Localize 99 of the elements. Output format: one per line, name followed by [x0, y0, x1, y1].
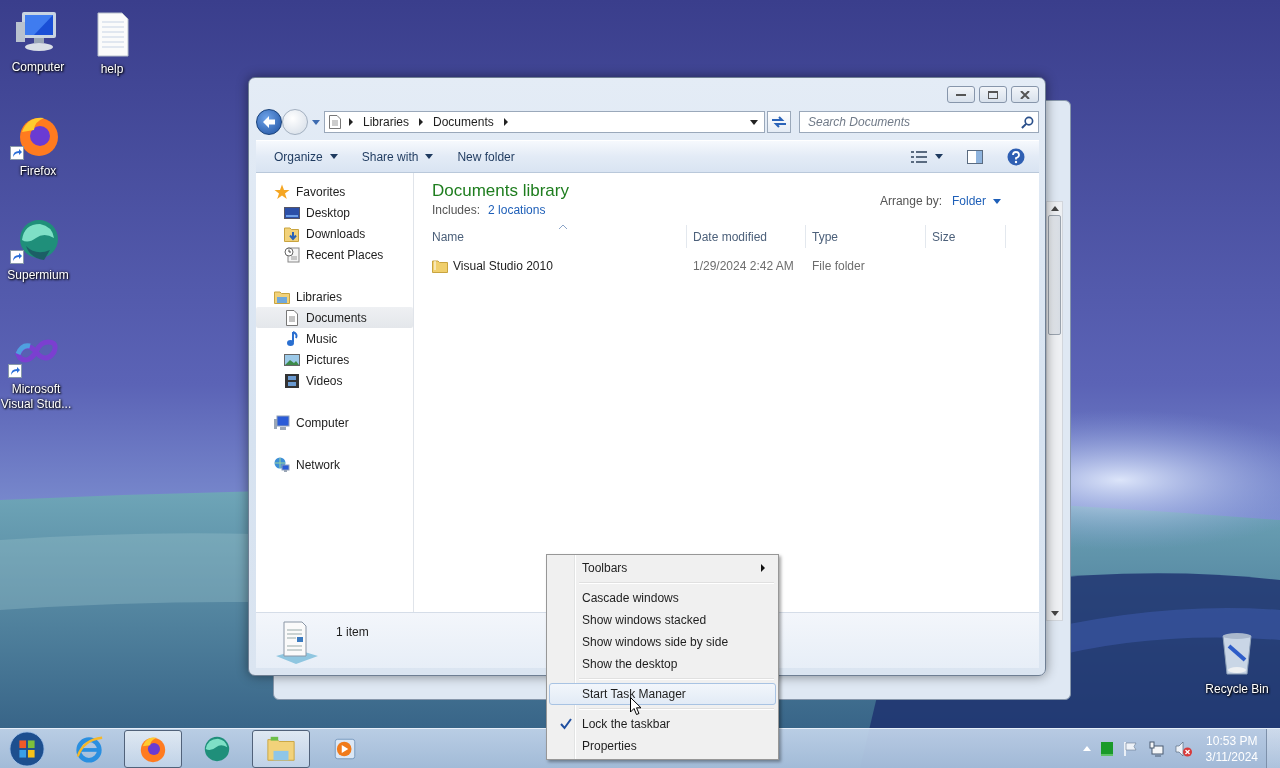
caret-icon — [993, 198, 1001, 204]
up-arrow-icon — [1050, 206, 1059, 211]
music-note-icon — [284, 330, 300, 347]
down-arrow-icon — [1050, 611, 1059, 616]
desktop-shortcut[interactable]: Supermium — [0, 216, 76, 283]
item-count: 1 item — [336, 625, 369, 639]
address-bar[interactable]: Libraries Documents — [324, 111, 765, 133]
nav-item[interactable]: Computer — [256, 412, 413, 433]
toolbar-button[interactable]: New folder — [449, 145, 523, 168]
minimize-button[interactable] — [947, 86, 975, 103]
locations-link[interactable]: 2 locations — [488, 203, 546, 217]
shortcut-arrow-icon — [8, 364, 22, 378]
refresh-button[interactable] — [767, 111, 791, 133]
menu-item[interactable]: Start Task Manager — [549, 683, 776, 705]
arrange-dropdown[interactable]: Folder — [952, 194, 1001, 208]
toolbar-button[interactable]: Share with — [353, 145, 442, 168]
caret-icon — [425, 154, 434, 159]
recent-places-icon — [284, 246, 300, 263]
chevron-icon — [419, 118, 424, 126]
file-name: Visual Studio 2010 — [453, 259, 553, 273]
nav-item[interactable]: Pictures — [256, 349, 413, 370]
file-row[interactable]: Visual Studio 2010 1/29/2024 2:42 AM File folder — [432, 255, 1039, 277]
close-button[interactable] — [1011, 86, 1039, 103]
taskbar-button[interactable] — [252, 729, 310, 768]
show-desktop-button[interactable] — [1266, 728, 1280, 768]
caret-icon — [935, 154, 943, 159]
speaker-muted-icon — [1174, 740, 1193, 757]
desktop-shortcut[interactable]: Firefox — [0, 112, 76, 179]
folder-icon — [432, 258, 448, 274]
menu-item[interactable]: Properties — [549, 735, 776, 757]
preview-pane-icon — [967, 149, 983, 164]
scroll-thumb[interactable] — [1048, 215, 1061, 335]
download-folder-icon — [284, 225, 300, 242]
nav-item[interactable]: Favorites — [256, 181, 413, 202]
shortcut-arrow-icon — [10, 250, 24, 264]
nav-item[interactable]: Network — [256, 454, 413, 475]
folder-icon — [274, 288, 290, 305]
chevron-icon — [503, 118, 508, 126]
breadcrumb-item[interactable]: Documents — [431, 115, 496, 129]
maximize-button[interactable] — [979, 86, 1007, 103]
file-type: File folder — [812, 259, 865, 273]
nav-item[interactable]: Libraries — [256, 286, 413, 307]
monitor-icon — [284, 204, 300, 221]
list-view-icon — [911, 150, 927, 163]
star-icon — [274, 183, 290, 200]
column-header[interactable]: Name — [432, 225, 687, 248]
start-orb-icon — [8, 729, 46, 768]
column-header[interactable]: Type — [806, 225, 926, 248]
nav-item[interactable]: Music — [256, 328, 413, 349]
nav-item[interactable]: Desktop — [256, 202, 413, 223]
search-icon — [1021, 116, 1034, 129]
nav-item[interactable]: Recent Places — [256, 244, 413, 265]
nav-item[interactable]: Documents — [256, 307, 413, 328]
landscape-icon — [284, 351, 300, 368]
refresh-icon — [771, 115, 787, 129]
computer-icon — [274, 414, 290, 431]
dropdown-caret-icon — [750, 119, 758, 125]
taskbar-button[interactable] — [124, 729, 182, 768]
chevron-icon — [349, 118, 353, 126]
menu-item[interactable]: Show windows stacked — [549, 609, 776, 631]
meter-icon — [1100, 741, 1113, 756]
back-button[interactable] — [256, 109, 282, 135]
menu-item[interactable]: Toolbars — [549, 557, 776, 579]
nav-item[interactable]: Downloads — [256, 223, 413, 244]
caret-icon — [329, 154, 338, 159]
back-arrow-icon — [261, 114, 277, 130]
includes-label: Includes: — [432, 203, 481, 217]
desktop-shortcut[interactable]: Computer — [0, 8, 76, 75]
date-modified: 1/29/2024 2:42 AM — [693, 259, 794, 273]
toolbar-button[interactable]: Organize — [266, 145, 346, 168]
menu-item[interactable]: Show windows side by side — [549, 631, 776, 653]
desktop-shortcut[interactable]: help — [74, 10, 150, 77]
caret-icon — [312, 119, 320, 125]
document-icon — [284, 309, 300, 326]
desktop-shortcut[interactable]: Recycle Bin — [1199, 630, 1275, 697]
maximize-icon — [988, 90, 998, 99]
library-title: Documents library — [432, 180, 569, 201]
up-arrow-icon — [1082, 746, 1091, 751]
close-icon — [1020, 90, 1030, 99]
film-icon — [284, 372, 300, 389]
shortcut-arrow-icon — [10, 146, 24, 160]
breadcrumb-item[interactable]: Libraries — [361, 115, 412, 129]
network-icon — [1148, 740, 1165, 757]
menu-item[interactable]: Show the desktop — [549, 653, 776, 675]
submenu-arrow-icon — [761, 564, 765, 572]
arrange-label: Arrange by: — [879, 194, 942, 208]
search-field[interactable]: Search Documents — [799, 111, 1039, 133]
network-icon — [274, 456, 290, 473]
column-header[interactable]: Date modified — [687, 225, 806, 248]
checkmark-icon — [560, 718, 572, 730]
menu-item[interactable]: Cascade windows — [549, 587, 776, 609]
document-icon — [329, 115, 341, 129]
nav-item[interactable]: Videos — [256, 370, 413, 391]
menu-item[interactable]: Lock the taskbar — [549, 713, 776, 735]
desktop-shortcut[interactable]: Microsoft Visual Stud... — [0, 330, 74, 412]
column-header[interactable]: Size — [926, 225, 1006, 248]
help-icon — [1007, 147, 1025, 166]
flag-icon — [1122, 740, 1139, 757]
scrollbar[interactable] — [1046, 201, 1063, 621]
